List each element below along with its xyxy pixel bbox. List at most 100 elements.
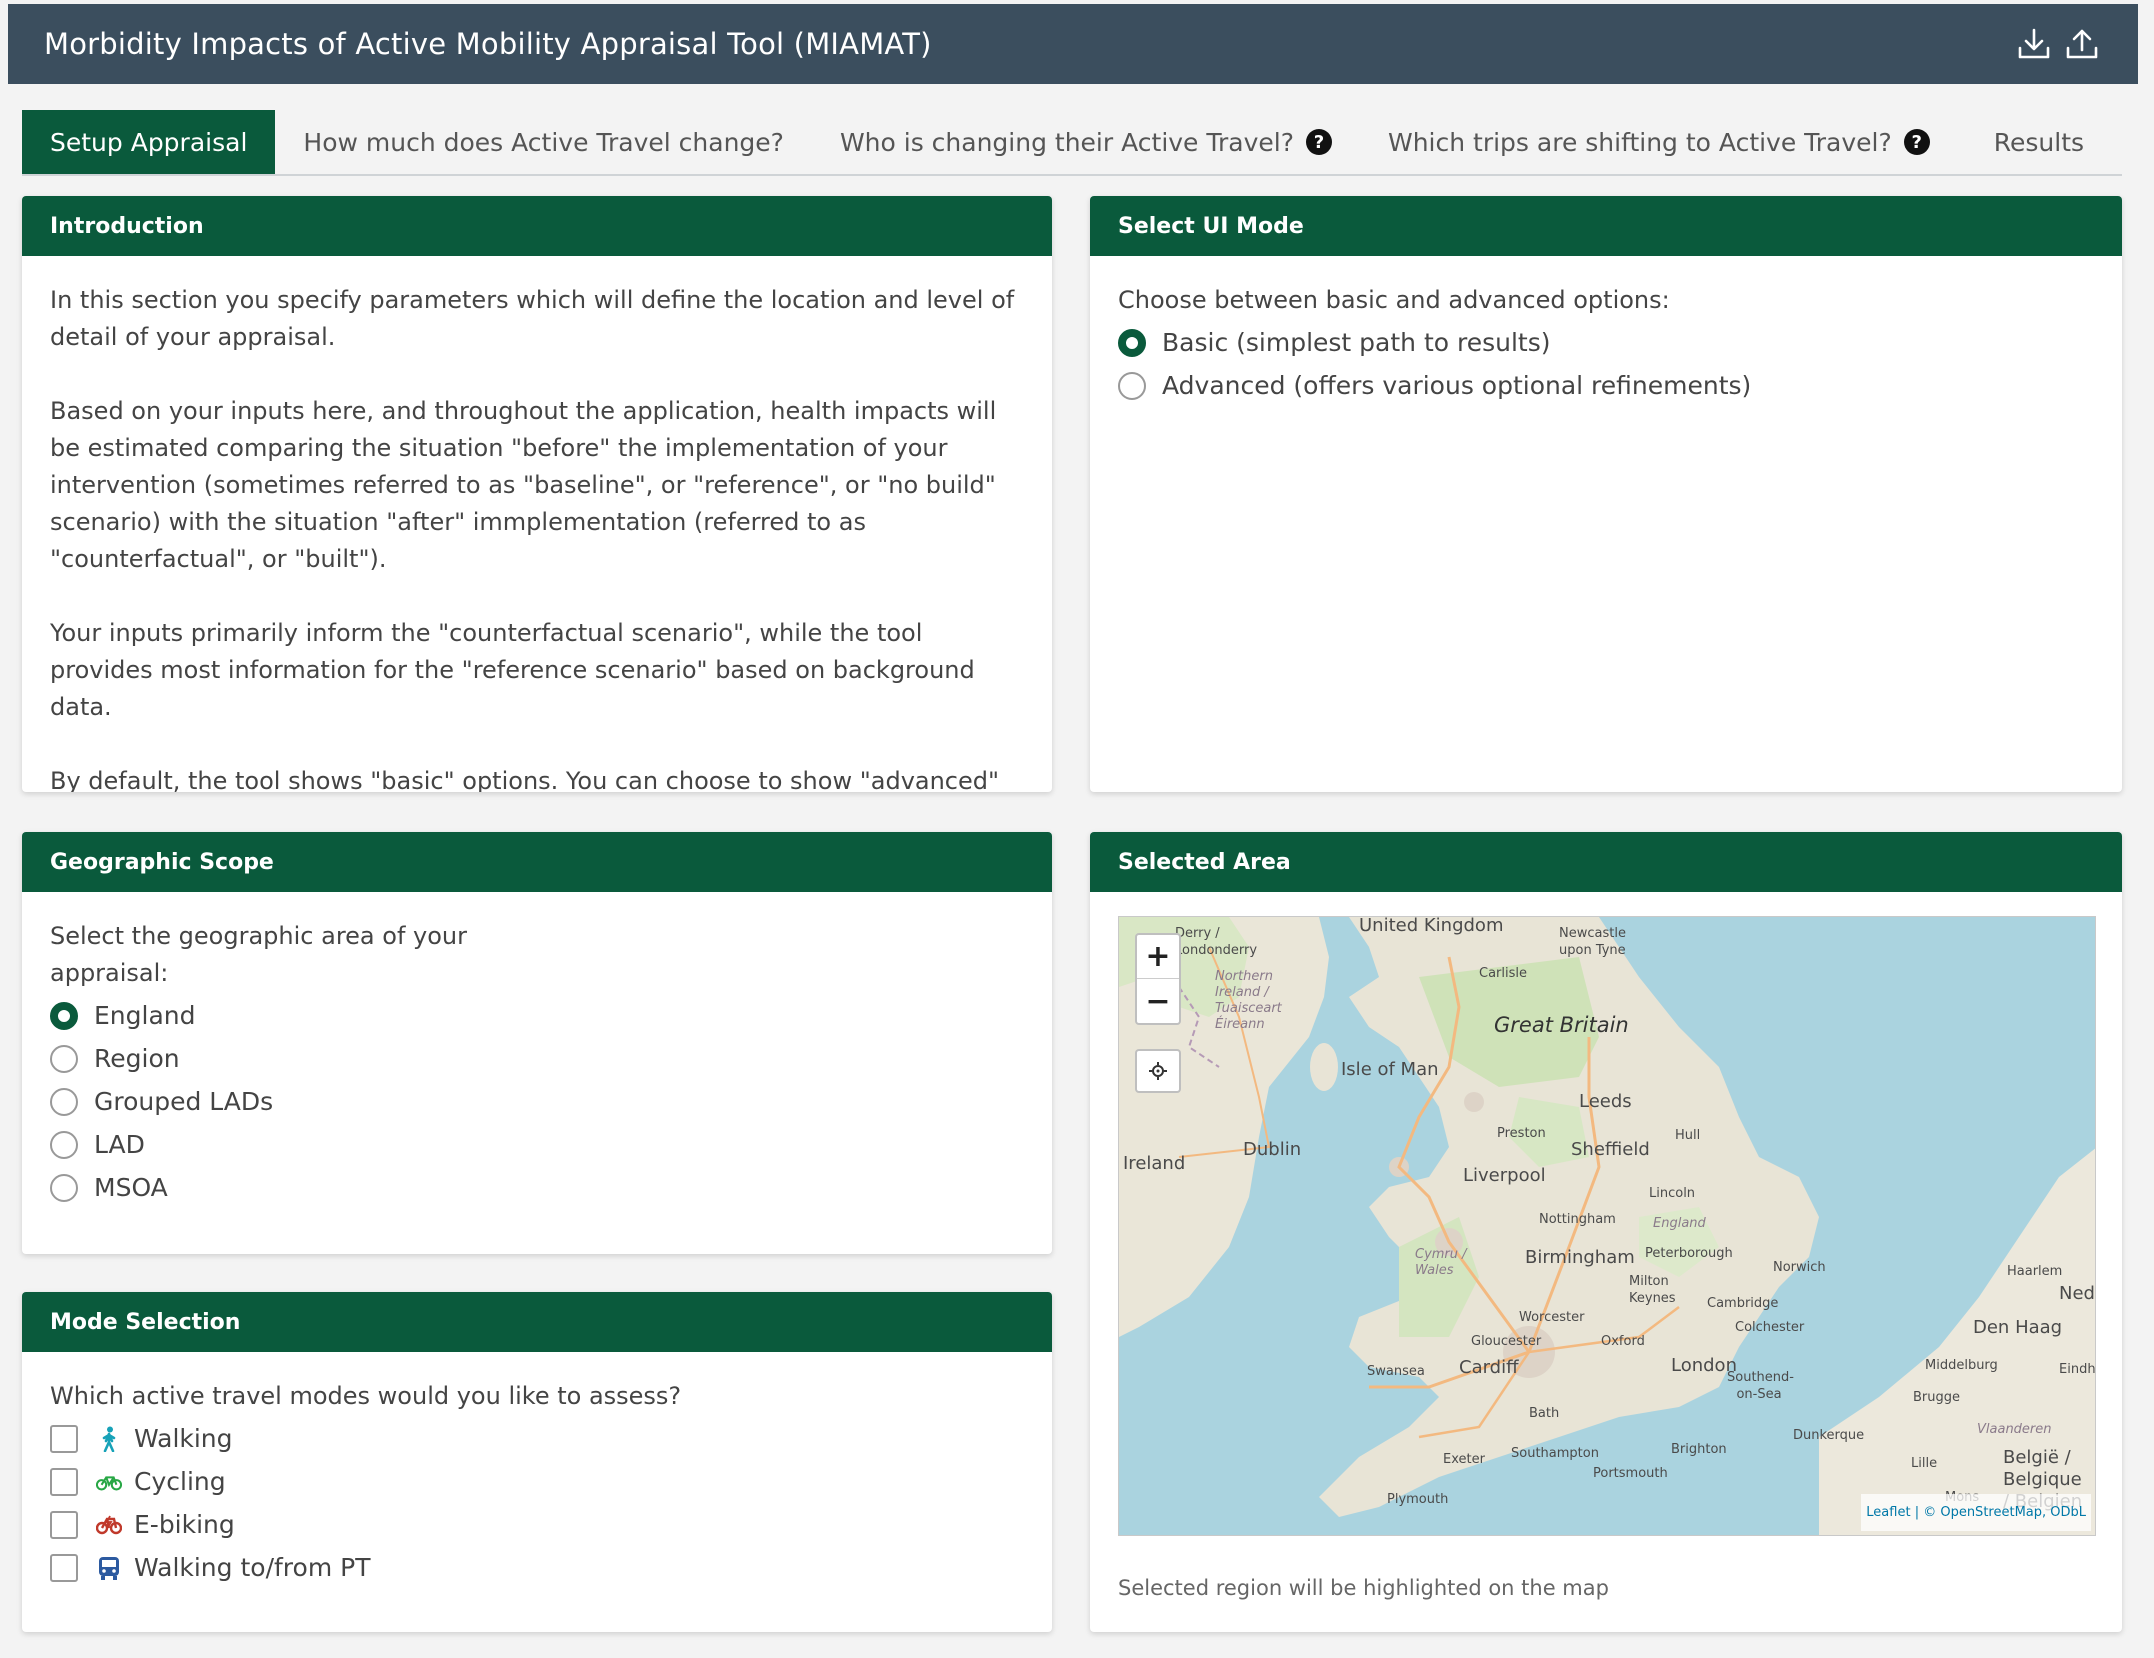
tab-label: Results [1993,127,2085,157]
map-label-dublin: Dublin [1243,1139,1302,1160]
radio-grouped-lads[interactable]: Grouped LADs [50,1080,1024,1123]
map-label-lille: Lille [1911,1456,1938,1471]
map-label-sheffield: Sheffield [1571,1139,1650,1160]
map-label-bath: Bath [1529,1406,1560,1421]
area-map[interactable]: United Kingdom Derry / Londonderry North… [1118,916,2096,1536]
main-tabs: Setup Appraisal How much does Active Tra… [22,110,2122,176]
map-label-peterborough: Peterborough [1645,1246,1733,1261]
intro-paragraph: Based on your inputs here, and throughou… [50,397,997,573]
map-label-text: Derry / Londonderry [1175,926,1258,958]
map-label-haarlem: Haarlem [2007,1264,2063,1279]
radio-button[interactable] [1118,371,1146,400]
radio-label: Region [94,1044,180,1073]
geographic-prompt: Select the geographic area of your appra… [50,922,467,987]
map-label-northern-ireland: Northern Ireland / Tuaisceart Éireann [1215,969,1305,1033]
radio-advanced[interactable]: Advanced (offers various optional refine… [1118,364,2094,407]
checkbox[interactable] [50,1553,78,1582]
radio-button[interactable] [50,1001,78,1030]
checkbox-walking[interactable]: Walking [50,1417,1024,1460]
checkbox[interactable] [50,1510,78,1539]
tab-who-is-changing[interactable]: Who is changing their Active Travel?? [812,110,1360,174]
mode-selection-body: Which active travel modes would you like… [22,1352,1052,1615]
map-label-den-haag: Den Haag [1973,1317,2063,1338]
radio-button[interactable] [50,1087,78,1116]
map-label-carlisle: Carlisle [1479,966,1527,981]
mode-label: E-biking [134,1510,235,1539]
checkbox-walking-pt[interactable]: Walking to/from PT [50,1546,1024,1589]
mode-selection-panel: Mode Selection Which active travel modes… [22,1292,1052,1632]
map-attribution: Leaflet | © OpenStreetMap, ODbL [1861,1494,2091,1531]
tab-label: Setup Appraisal [50,127,248,157]
map-label-southampton: Southampton [1511,1446,1599,1461]
intro-paragraph: In this section you specify parameters w… [50,286,1015,351]
tab-active-travel-change[interactable]: How much does Active Travel change? [275,110,812,174]
checkbox-cycling[interactable]: Cycling [50,1460,1024,1503]
map-label-oxford: Oxford [1601,1334,1645,1349]
radio-basic[interactable]: Basic (simplest path to results) [1118,321,2094,364]
radio-button[interactable] [1118,328,1146,357]
tab-label: Who is changing their Active Travel? [839,127,1294,157]
radio-button[interactable] [50,1173,78,1202]
map-label-newcastle: Newcastle upon Tyne [1559,925,1659,959]
help-icon[interactable]: ? [1903,129,1930,155]
tab-which-trips[interactable]: Which trips are shifting to Active Trave… [1360,110,1958,174]
radio-button[interactable] [50,1044,78,1073]
map-label-brighton: Brighton [1671,1442,1727,1457]
radio-lad[interactable]: LAD [50,1123,1024,1166]
ui-mode-body: Choose between basic and advanced option… [1090,256,2122,433]
map-label-birmingham: Birmingham [1525,1247,1635,1268]
map-label-liverpool: Liverpool [1463,1165,1546,1186]
map-label-text: Milton Keynes [1629,1274,1676,1306]
ebike-icon [96,1512,122,1538]
radio-button[interactable] [50,1130,78,1159]
ui-mode-panel: Select UI Mode Choose between basic and … [1090,196,2122,792]
map-label-swansea: Swansea [1367,1364,1425,1379]
crosshair-icon [1149,1062,1167,1080]
zoom-out-button[interactable]: − [1137,979,1179,1023]
geographic-scope-body: Select the geographic area of your appra… [22,892,1052,1235]
leaflet-link[interactable]: Leaflet [1866,1505,1910,1520]
radio-label: Basic (simplest path to results) [1162,328,1551,357]
locate-button[interactable] [1135,1049,1181,1093]
help-icon[interactable]: ? [1305,129,1332,155]
radio-region[interactable]: Region [50,1037,1024,1080]
tab-setup-appraisal[interactable]: Setup Appraisal [22,110,276,174]
panel-title: Introduction [22,196,1052,256]
panel-title: Mode Selection [22,1292,1052,1352]
radio-label: England [94,1001,196,1030]
checkbox-ebiking[interactable]: E-biking [50,1503,1024,1546]
map-label-text: Southend-on-Sea [1727,1370,1794,1402]
map-label-text: Cymru / Wales [1415,1247,1467,1278]
download-icon[interactable] [2014,24,2054,64]
bus-icon [96,1555,122,1581]
map-label-preston: Preston [1497,1126,1546,1141]
radio-msoa[interactable]: MSOA [50,1166,1024,1209]
app-header: Morbidity Impacts of Active Mobility App… [8,4,2138,84]
map-label-united-kingdom: United Kingdom [1359,916,1504,936]
map-label-derry: Derry / Londonderry [1175,925,1265,959]
checkbox[interactable] [50,1467,78,1496]
mode-label: Cycling [134,1467,226,1496]
map-label-text: Northern Ireland / Tuaisceart Éireann [1215,969,1282,1032]
walking-icon [96,1426,122,1452]
map-label-great-britain: Great Britain [1494,1013,1629,1037]
map-label-plymouth: Plymouth [1387,1492,1449,1507]
panel-title: Select UI Mode [1090,196,2122,256]
map-note: Selected region will be highlighted on t… [1118,1576,1609,1600]
map-label-ireland: Ireland [1123,1153,1186,1174]
upload-icon[interactable] [2062,24,2102,64]
radio-england[interactable]: England [50,994,1024,1037]
map-label-nottingham: Nottingham [1539,1212,1616,1227]
map-label-southend: Southend-on-Sea [1727,1369,1794,1403]
tab-results[interactable]: Results [1966,110,2112,174]
checkbox[interactable] [50,1424,78,1453]
osm-attribution[interactable]: | © OpenStreetMap, ODbL [1911,1505,2086,1520]
map-label-hull: Hull [1675,1128,1701,1143]
radio-label: LAD [94,1130,145,1159]
zoom-in-button[interactable]: + [1137,935,1179,979]
map-label-milton-keynes: Milton Keynes [1629,1273,1689,1307]
map-label-leeds: Leeds [1579,1091,1632,1112]
bicycle-icon [96,1469,122,1495]
selected-area-panel: Selected Area United Kingdom Derry / Lon… [1090,832,2122,1632]
tab-label: How much does Active Travel change? [303,127,784,157]
